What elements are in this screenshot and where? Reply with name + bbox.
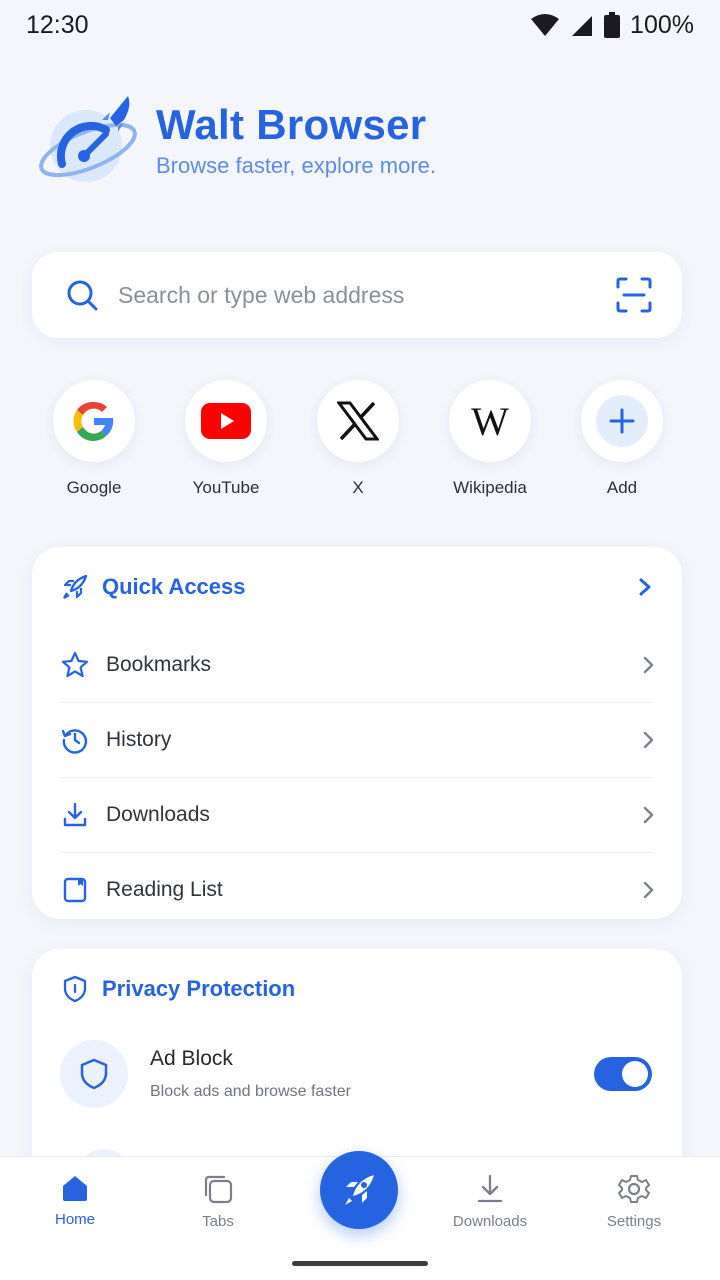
status-icons: 100% (530, 11, 694, 40)
tabs-icon (204, 1175, 233, 1204)
wikipedia-icon: W (449, 380, 531, 462)
rocket-action-button[interactable] (320, 1151, 398, 1229)
battery-percent: 100% (630, 10, 694, 39)
quick-access-card: Quick Access Bookmarks History Downloads… (32, 547, 682, 919)
nav-home[interactable]: Home (15, 1173, 135, 1228)
ad-block-subtitle: Block ads and browse faster (150, 1083, 351, 1100)
shortcut-add[interactable]: Add (556, 380, 688, 498)
ad-block-toggle[interactable] (594, 1057, 652, 1091)
quick-access-label: History (106, 728, 172, 751)
shortcut-x[interactable]: X (292, 380, 424, 498)
quick-access-header[interactable]: Quick Access (32, 547, 682, 627)
quick-access-downloads[interactable]: Downloads (60, 777, 654, 852)
brand-header: Walt Browser Browse faster, explore more… (36, 90, 436, 190)
chevron-right-icon (643, 806, 654, 824)
brand-title: Walt Browser (156, 101, 427, 148)
quick-access-label: Bookmarks (106, 652, 212, 676)
plus-icon (596, 395, 648, 447)
home-icon (63, 1176, 87, 1201)
star-icon (61, 651, 89, 677)
chevron-right-icon (643, 656, 654, 673)
shortcut-label: X (352, 478, 364, 497)
wifi-icon (531, 14, 560, 36)
brand-tagline: Browse faster, explore more. (156, 153, 437, 178)
rocket-icon (63, 574, 88, 599)
shortcut-label: Add (606, 478, 638, 497)
search-icon (67, 280, 98, 311)
gear-icon (618, 1175, 650, 1203)
x-logo-icon (317, 380, 399, 462)
home-indicator[interactable] (292, 1261, 428, 1266)
privacy-header: Privacy Protection (32, 949, 682, 1029)
quick-access-history[interactable]: History (60, 702, 654, 777)
search-input[interactable] (118, 281, 616, 309)
nav-settings[interactable]: Settings (574, 1173, 694, 1230)
chevron-right-icon (639, 578, 651, 596)
google-icon (53, 380, 135, 462)
quick-access-title: Quick Access (102, 574, 246, 599)
nav-label: Downloads (452, 1213, 528, 1230)
search-bar[interactable] (32, 252, 682, 338)
status-bar: 12:30 100% (0, 0, 720, 50)
add-shortcut-button[interactable] (581, 380, 663, 462)
download-icon (477, 1174, 503, 1203)
quick-access-reading-list[interactable]: Reading List (60, 852, 654, 927)
nav-label: Tabs (202, 1213, 234, 1230)
cellular-icon (572, 16, 593, 36)
download-icon (63, 802, 87, 827)
reading-list-icon (63, 877, 87, 903)
youtube-icon (185, 380, 267, 462)
shortcut-label: YouTube (192, 478, 260, 497)
quick-access-label: Downloads (106, 803, 210, 826)
ad-block-title: Ad Block (150, 1047, 233, 1070)
quick-access-bookmarks[interactable]: Bookmarks (60, 627, 654, 702)
shortcut-label: Wikipedia (453, 478, 527, 497)
status-time: 12:30 (26, 10, 89, 39)
ad-block-row: Ad Block Block ads and browse faster (32, 1029, 682, 1119)
shortcut-google[interactable]: Google (28, 380, 160, 498)
privacy-title: Privacy Protection (102, 976, 296, 1001)
shortcut-youtube[interactable]: YouTube (160, 380, 292, 498)
chevron-right-icon (643, 881, 654, 899)
shortcut-label: Google (66, 478, 122, 497)
shield-info-icon (63, 975, 87, 1003)
walt-logo-icon (39, 96, 137, 182)
quick-access-label: Reading List (106, 878, 223, 901)
nav-downloads[interactable]: Downloads (430, 1173, 550, 1230)
history-icon (61, 729, 88, 754)
shortcut-row: Google YouTube X W Wikipedia Add (28, 380, 688, 498)
toggle-knob (622, 1061, 648, 1087)
battery-icon (604, 12, 621, 38)
nav-label: Home (54, 1211, 95, 1228)
rocket-icon (345, 1175, 374, 1205)
shield-icon (60, 1040, 128, 1108)
scan-icon[interactable] (616, 277, 652, 313)
nav-tabs[interactable]: Tabs (158, 1173, 278, 1230)
shortcut-wikipedia[interactable]: W Wikipedia (424, 380, 556, 498)
nav-label: Settings (606, 1213, 662, 1230)
chevron-right-icon (643, 731, 654, 749)
